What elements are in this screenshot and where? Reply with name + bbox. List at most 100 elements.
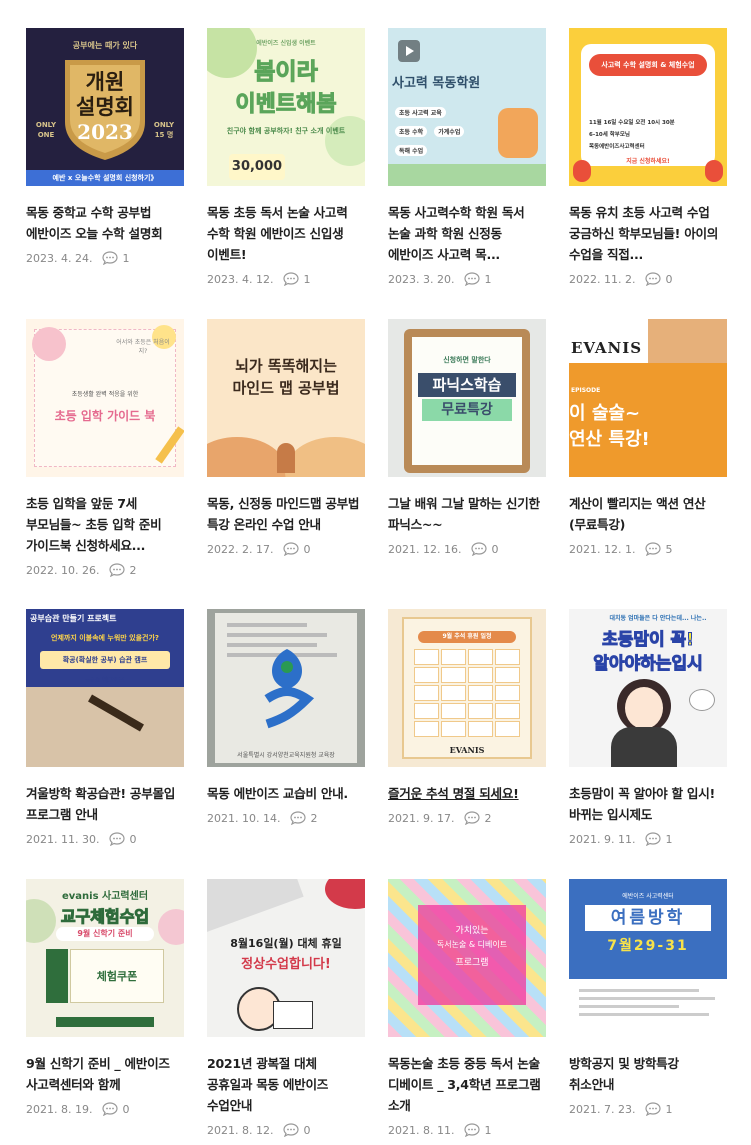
post-card[interactable]: 서울특별시 강서양천교육지원청 교육장 목동 에반이즈 교습비 안내. 2021… (207, 609, 365, 825)
thumb-title: 정상수업합니다! (241, 957, 331, 972)
doc-line (579, 1005, 679, 1008)
post-meta: 2022. 11. 2. 0 (569, 272, 727, 286)
post-title[interactable]: 목동, 신정동 마인드맵 공부법 특강 온라인 수업 안내 (207, 493, 365, 535)
post-card[interactable]: 어서와 초등은 처음이지? 초등생활 완벽 적응을 위한 초등 입학 가이드 북… (26, 319, 184, 577)
calendar-cell (468, 667, 493, 683)
post-title[interactable]: 목동 초등 독서 논술 사고력 수학 학원 에반이즈 신입생 이벤트! (207, 202, 365, 265)
post-card[interactable]: 공부에는 때가 있다 개원 설명회 2023 ONLY ONE ONLY 15 … (26, 28, 184, 265)
post-card[interactable]: 사고력 목동학원 초등 사고력 교육 초등 수학 가계수업 독해 수업 목동 사… (388, 28, 546, 286)
calendar-cell (414, 685, 439, 701)
post-thumbnail[interactable]: 뇌가 똑똑해지는 마인드 맵 공부법 (207, 319, 365, 477)
thumb-text: 대치동 엄마들은 다 안다는데... 나는.. (609, 615, 707, 622)
post-card[interactable]: 에반이즈 사고력센터 여름방학 7월29-31 방학공지 및 방학특강 취소안내… (569, 879, 727, 1116)
comment-icon (464, 272, 481, 286)
thumb-tag: 독해 수업 (395, 145, 428, 156)
post-card[interactable]: 9월 추석 휴원 일정 EVANIS 즐거운 추석 명절 되세요! 2021. … (388, 609, 546, 825)
post-card[interactable]: 가치있는 독서논술 & 디베이트 프로그램 목동논술 초등 중등 독서 논술 디… (388, 879, 546, 1137)
post-thumbnail[interactable]: 사고력 목동학원 초등 사고력 교육 초등 수학 가계수업 독해 수업 (388, 28, 546, 186)
flag-icon (273, 1001, 313, 1029)
post-meta: 2021. 12. 16. 0 (388, 542, 546, 556)
comment-count-value: 1 (665, 1102, 673, 1116)
comment-count-value: 0 (303, 1123, 311, 1137)
comment-icon (471, 542, 488, 556)
post-meta: 2021. 8. 19. 0 (26, 1102, 184, 1116)
post-thumbnail[interactable]: 대치동 엄마들은 다 안다는데... 나는.. 초등맘이 꼭! 알아야하는입시 (569, 609, 727, 767)
thumb-title: 이 술술~ (569, 403, 641, 424)
doc-line (579, 997, 715, 1000)
post-meta: 2023. 4. 12. 1 (207, 272, 365, 286)
post-title[interactable]: 목동논술 초등 중등 독서 논술 디베이트 _ 3,4학년 프로그램 소개 (388, 1053, 546, 1116)
post-thumbnail[interactable]: EVANIS EPISODE 이 술술~ 연산 특강! (569, 319, 727, 477)
post-card[interactable]: 에반이즈 신입생 이벤트 봄이라 이벤트해봄 친구야 함께 공부하자! 친구 소… (207, 28, 365, 286)
post-card[interactable]: 신청하면 말한다 파닉스학습 무료특강 그날 배워 그날 말하는 신기한 파닉스… (388, 319, 546, 556)
post-thumbnail[interactable]: 9월 추석 휴원 일정 EVANIS (388, 609, 546, 767)
post-thumbnail[interactable]: 공부에는 때가 있다 개원 설명회 2023 ONLY ONE ONLY 15 … (26, 28, 184, 186)
post-card[interactable]: 공부습관 만들기 프로젝트 언제까지 이불속에 누워만 있을건가? 확공(확실한… (26, 609, 184, 846)
post-thumbnail[interactable]: 서울특별시 강서양천교육지원청 교육장 (207, 609, 365, 767)
thumb-text: 어서와 초등은 처음이지? (116, 339, 170, 355)
post-thumbnail[interactable]: 8월16일(월) 대체 휴일 정상수업합니다! (207, 879, 365, 1037)
post-title[interactable]: 초등 입학을 앞둔 7세 부모님들~ 초등 입학 준비 가이드북 신청하세요..… (26, 493, 184, 556)
post-thumbnail[interactable]: 신청하면 말한다 파닉스학습 무료특강 (388, 319, 546, 477)
post-thumbnail[interactable]: 사고력 수학 설명회 & 체험수업 11월 16일 수요일 오전 10시 30분… (569, 28, 727, 186)
comment-icon (109, 832, 126, 846)
post-thumbnail[interactable]: evanis 사고력센터 교구체험수업 9월 신학기 준비 체험쿠폰 (26, 879, 184, 1037)
comment-count: 0 (109, 832, 136, 846)
post-card[interactable]: 대치동 엄마들은 다 안다는데... 나는.. 초등맘이 꼭! 알아야하는입시 … (569, 609, 727, 846)
post-title[interactable]: 2021년 광복절 대체 공휴일과 목동 에반이즈 수업안내 (207, 1053, 365, 1116)
post-title[interactable]: 즐거운 추석 명절 되세요! (388, 783, 546, 804)
play-icon[interactable] (398, 40, 420, 62)
post-thumbnail[interactable]: 공부습관 만들기 프로젝트 언제까지 이불속에 누워만 있을건가? 확공(확실한… (26, 609, 184, 767)
post-card[interactable]: EVANIS EPISODE 이 술술~ 연산 특강! 계산이 빨리지는 액션 … (569, 319, 727, 556)
hill-decoration (285, 437, 365, 477)
post-title[interactable]: 그날 배워 그날 말하는 신기한 파닉스~~ (388, 493, 546, 535)
speech-bubble (689, 689, 715, 711)
post-title[interactable]: 목동 중학교 수학 공부법 에반이즈 오늘 수학 설명회 (26, 202, 184, 244)
comment-count: 1 (645, 1102, 672, 1116)
comment-count: 1 (283, 272, 310, 286)
post-meta: 2022. 2. 17. 0 (207, 542, 365, 556)
post-title[interactable]: 9월 신학기 준비 _ 에반이즈 사고력센터와 함께 (26, 1053, 184, 1095)
comment-count: 2 (464, 811, 491, 825)
comment-count: 0 (471, 542, 498, 556)
thumb-text: 9월 신학기 준비 (56, 927, 154, 941)
calendar-cell (468, 649, 493, 665)
plant-decoration (277, 443, 295, 473)
comment-icon (645, 1102, 662, 1116)
comment-count-value: 0 (303, 542, 311, 556)
post-title[interactable]: 목동 사고력수학 학원 독서 논술 과학 학원 신정동 에반이즈 사고력 목..… (388, 202, 546, 265)
comment-count-value: 1 (484, 272, 492, 286)
post-card[interactable]: 사고력 수학 설명회 & 체험수업 11월 16일 수요일 오전 10시 30분… (569, 28, 727, 286)
calendar-cell (414, 703, 439, 719)
post-title[interactable]: 목동 유치 초등 사고력 수업 궁금하신 학부모님들! 아이의 수업을 직접..… (569, 202, 727, 265)
post-title[interactable]: 목동 에반이즈 교습비 안내. (207, 783, 365, 804)
post-thumbnail[interactable]: 에반이즈 신입생 이벤트 봄이라 이벤트해봄 친구야 함께 공부하자! 친구 소… (207, 28, 365, 186)
post-date: 2021. 8. 11. (388, 1123, 455, 1137)
post-card[interactable]: 뇌가 똑똑해지는 마인드 맵 공부법 목동, 신정동 마인드맵 공부법 특강 온… (207, 319, 365, 556)
thumb-text: 목동에반이즈사고력센터 (589, 144, 645, 150)
thumb-text: 초등생활 완벽 적응을 위한 (71, 391, 139, 398)
post-thumbnail[interactable]: 가치있는 독서논술 & 디베이트 프로그램 (388, 879, 546, 1037)
post-card[interactable]: 8월16일(월) 대체 휴일 정상수업합니다! 2021년 광복절 대체 공휴일… (207, 879, 365, 1137)
thumb-banner (56, 1017, 154, 1027)
thumb-text: ONLY ONE (35, 121, 57, 139)
comment-count: 0 (283, 542, 310, 556)
post-thumbnail[interactable]: 에반이즈 사고력센터 여름방학 7월29-31 (569, 879, 727, 1037)
calendar-cell (495, 703, 520, 719)
leaf-decoration (325, 116, 365, 166)
thumb-title: 무료특강 (422, 399, 512, 421)
post-card[interactable]: evanis 사고력센터 교구체험수업 9월 신학기 준비 체험쿠폰 9월 신학… (26, 879, 184, 1116)
ground (388, 164, 546, 186)
thumb-text: 신청하면 말한다 (443, 356, 491, 364)
post-title[interactable]: 겨울방학 확공습관! 공부몰입 프로그램 안내 (26, 783, 184, 825)
thumb-title: 알아야하는입시 (593, 654, 703, 675)
flag-stripe (207, 879, 304, 938)
comment-count-value: 1 (303, 272, 311, 286)
post-title[interactable]: 방학공지 및 방학특강 취소안내 (569, 1053, 727, 1095)
bee-icon (705, 160, 723, 182)
comment-count-value: 2 (129, 563, 137, 577)
post-thumbnail[interactable]: 어서와 초등은 처음이지? 초등생활 완벽 적응을 위한 초등 입학 가이드 북 (26, 319, 184, 477)
post-title[interactable]: 계산이 빨리지는 액션 연산 (무료특강) (569, 493, 727, 535)
thumb-text: 에반이즈 신입생 이벤트 (256, 40, 316, 47)
post-title[interactable]: 초등맘이 꼭 알아야 할 입시! 바뀌는 입시제도 (569, 783, 727, 825)
